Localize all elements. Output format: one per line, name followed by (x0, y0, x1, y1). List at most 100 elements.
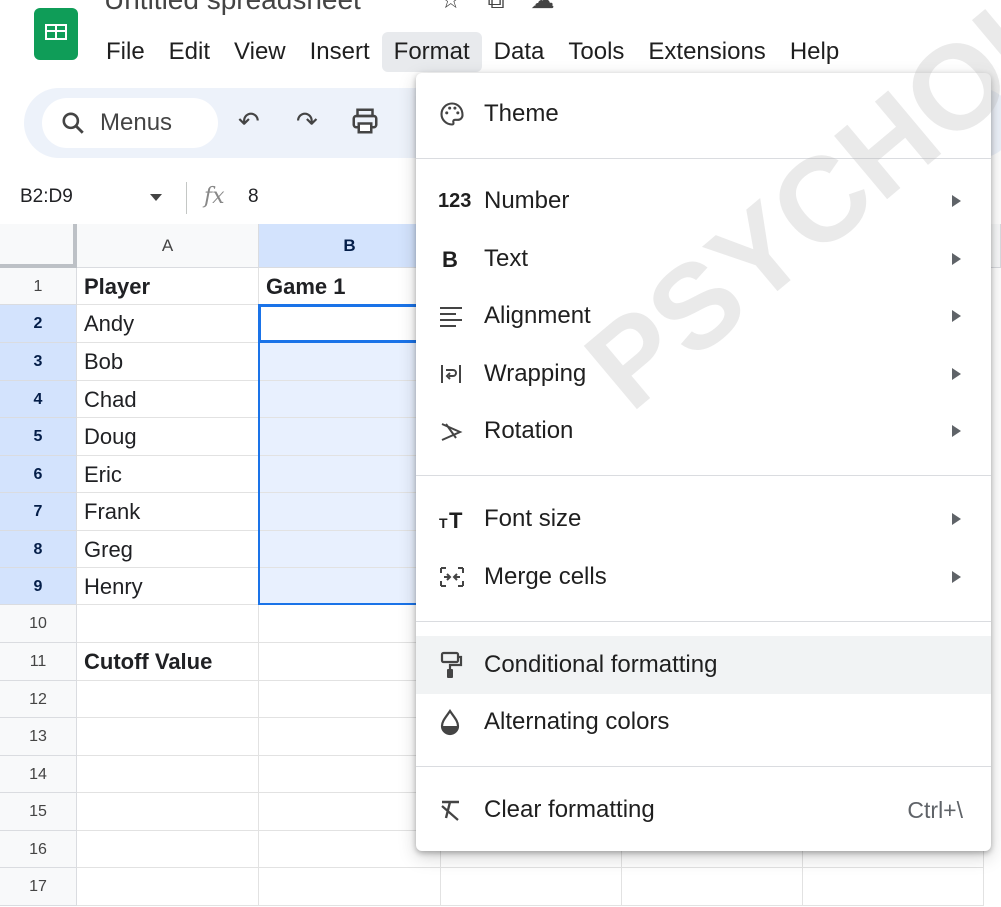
title-icons[interactable]: ☆⧉☁ (440, 0, 581, 15)
selection-range (258, 304, 442, 605)
paint-roller-icon (440, 651, 463, 678)
row-header[interactable]: 10 (0, 605, 77, 643)
row-header[interactable]: 17 (0, 868, 77, 906)
menu-item-number[interactable]: 123 Number (416, 172, 991, 230)
menu-help[interactable]: Help (778, 32, 851, 72)
menu-data[interactable]: Data (482, 32, 557, 72)
menus-search[interactable]: Menus (42, 98, 218, 148)
menu-edit[interactable]: Edit (157, 32, 222, 72)
menu-file[interactable]: File (94, 32, 157, 72)
row-header[interactable]: 9 (0, 568, 77, 605)
cell-D17[interactable] (622, 868, 803, 906)
cell-B16[interactable] (259, 831, 441, 868)
menu-item-text[interactable]: B Text (416, 230, 991, 288)
submenu-arrow-icon (952, 310, 961, 322)
cell-A8[interactable]: Greg (77, 531, 259, 568)
menu-format[interactable]: Format (381, 32, 482, 72)
undo-icon[interactable]: ↶ (238, 106, 260, 137)
align-left-icon (440, 307, 462, 327)
column-header-b[interactable]: B (259, 224, 441, 268)
cell-A9[interactable]: Henry (77, 568, 259, 605)
cell-A15[interactable] (77, 793, 259, 831)
cell-B17[interactable] (259, 868, 441, 906)
cell-A6[interactable]: Eric (77, 456, 259, 493)
submenu-arrow-icon (952, 195, 961, 207)
row-header[interactable]: 13 (0, 718, 77, 756)
submenu-arrow-icon (952, 571, 961, 583)
row-header[interactable]: 16 (0, 831, 77, 868)
merge-cells-icon (440, 567, 464, 587)
fx-icon: fx (204, 184, 225, 209)
row-header[interactable]: 3 (0, 343, 77, 381)
formula-divider (186, 182, 187, 214)
cell-A1[interactable]: Player (77, 268, 259, 305)
cell-A11[interactable]: Cutoff Value (77, 643, 259, 681)
cell-A4[interactable]: Chad (77, 381, 259, 418)
row-header[interactable]: 14 (0, 756, 77, 793)
row-header[interactable]: 11 (0, 643, 77, 681)
row-header[interactable]: 2 (0, 305, 77, 343)
name-box-dropdown-icon[interactable] (150, 194, 162, 201)
menu-separator (416, 475, 991, 476)
print-icon[interactable] (350, 106, 380, 143)
cell-B10[interactable] (259, 605, 441, 643)
menu-insert[interactable]: Insert (298, 32, 382, 72)
cell-A3[interactable]: Bob (77, 343, 259, 381)
menu-extensions[interactable]: Extensions (636, 32, 777, 72)
row-header[interactable]: 7 (0, 493, 77, 531)
menu-item-alternating-colors-label: Alternating colors (484, 708, 670, 735)
menu-item-clear-formatting[interactable]: Clear formatting Ctrl+\ (416, 781, 991, 839)
menu-view[interactable]: View (222, 32, 298, 72)
menu-item-rotation[interactable]: Rotation (416, 402, 991, 460)
shortcut-label: Ctrl+\ (907, 796, 963, 823)
column-header-a[interactable]: A (77, 224, 259, 268)
row-header[interactable]: 15 (0, 793, 77, 831)
cell-B14[interactable] (259, 756, 441, 793)
cell-A2[interactable]: Andy (77, 305, 259, 343)
name-box[interactable]: B2:D9 (20, 186, 73, 208)
menu-item-alignment[interactable]: Alignment (416, 287, 991, 345)
menubar: File Edit View Insert Format Data Tools … (94, 32, 851, 72)
formula-input[interactable]: 8 (248, 186, 259, 208)
cell-A12[interactable] (77, 681, 259, 718)
fill-drop-icon (440, 709, 460, 736)
redo-icon[interactable]: ↷ (296, 106, 318, 137)
cell-B12[interactable] (259, 681, 441, 718)
row-header[interactable]: 4 (0, 381, 77, 418)
menu-item-alternating-colors[interactable]: Alternating colors (416, 693, 991, 751)
menu-item-merge-cells[interactable]: Merge cells (416, 548, 991, 606)
row-header[interactable]: 1 (0, 268, 77, 305)
row-header[interactable]: 5 (0, 418, 77, 456)
number-format-icon: 123 (438, 189, 472, 212)
cell-B15[interactable] (259, 793, 441, 831)
menu-item-wrapping[interactable]: Wrapping (416, 345, 991, 403)
menu-item-conditional-formatting[interactable]: Conditional formatting (416, 636, 991, 694)
cell-A7[interactable]: Frank (77, 493, 259, 531)
cell-B11[interactable]: 2 (259, 643, 441, 681)
cell-B13[interactable] (259, 718, 441, 756)
sheets-logo-icon[interactable] (34, 8, 78, 60)
svg-text:B: B (442, 247, 458, 272)
cell-A14[interactable] (77, 756, 259, 793)
menu-item-wrapping-label: Wrapping (484, 360, 587, 387)
menu-item-clear-formatting-label: Clear formatting (484, 796, 655, 823)
cell-A13[interactable] (77, 718, 259, 756)
row-header[interactable]: 12 (0, 681, 77, 718)
submenu-arrow-icon (952, 253, 961, 265)
document-title[interactable]: Untitled spreadsheet (104, 0, 361, 16)
row-header[interactable]: 6 (0, 456, 77, 493)
text-rotation-icon (441, 423, 463, 441)
cell-A16[interactable] (77, 831, 259, 868)
cell-A10[interactable] (77, 605, 259, 643)
cell-A17[interactable] (77, 868, 259, 906)
cell-B1[interactable]: Game 1 (259, 268, 441, 305)
cell-A5[interactable]: Doug (77, 418, 259, 456)
cell-C17[interactable] (441, 868, 622, 906)
menu-item-theme[interactable]: Theme (416, 85, 991, 143)
menu-item-font-size[interactable]: TT Font size (416, 490, 991, 548)
submenu-arrow-icon (952, 513, 961, 525)
menu-tools[interactable]: Tools (556, 32, 636, 72)
row-header[interactable]: 8 (0, 531, 77, 568)
select-all-corner[interactable] (0, 224, 77, 268)
cell-E17[interactable] (803, 868, 984, 906)
